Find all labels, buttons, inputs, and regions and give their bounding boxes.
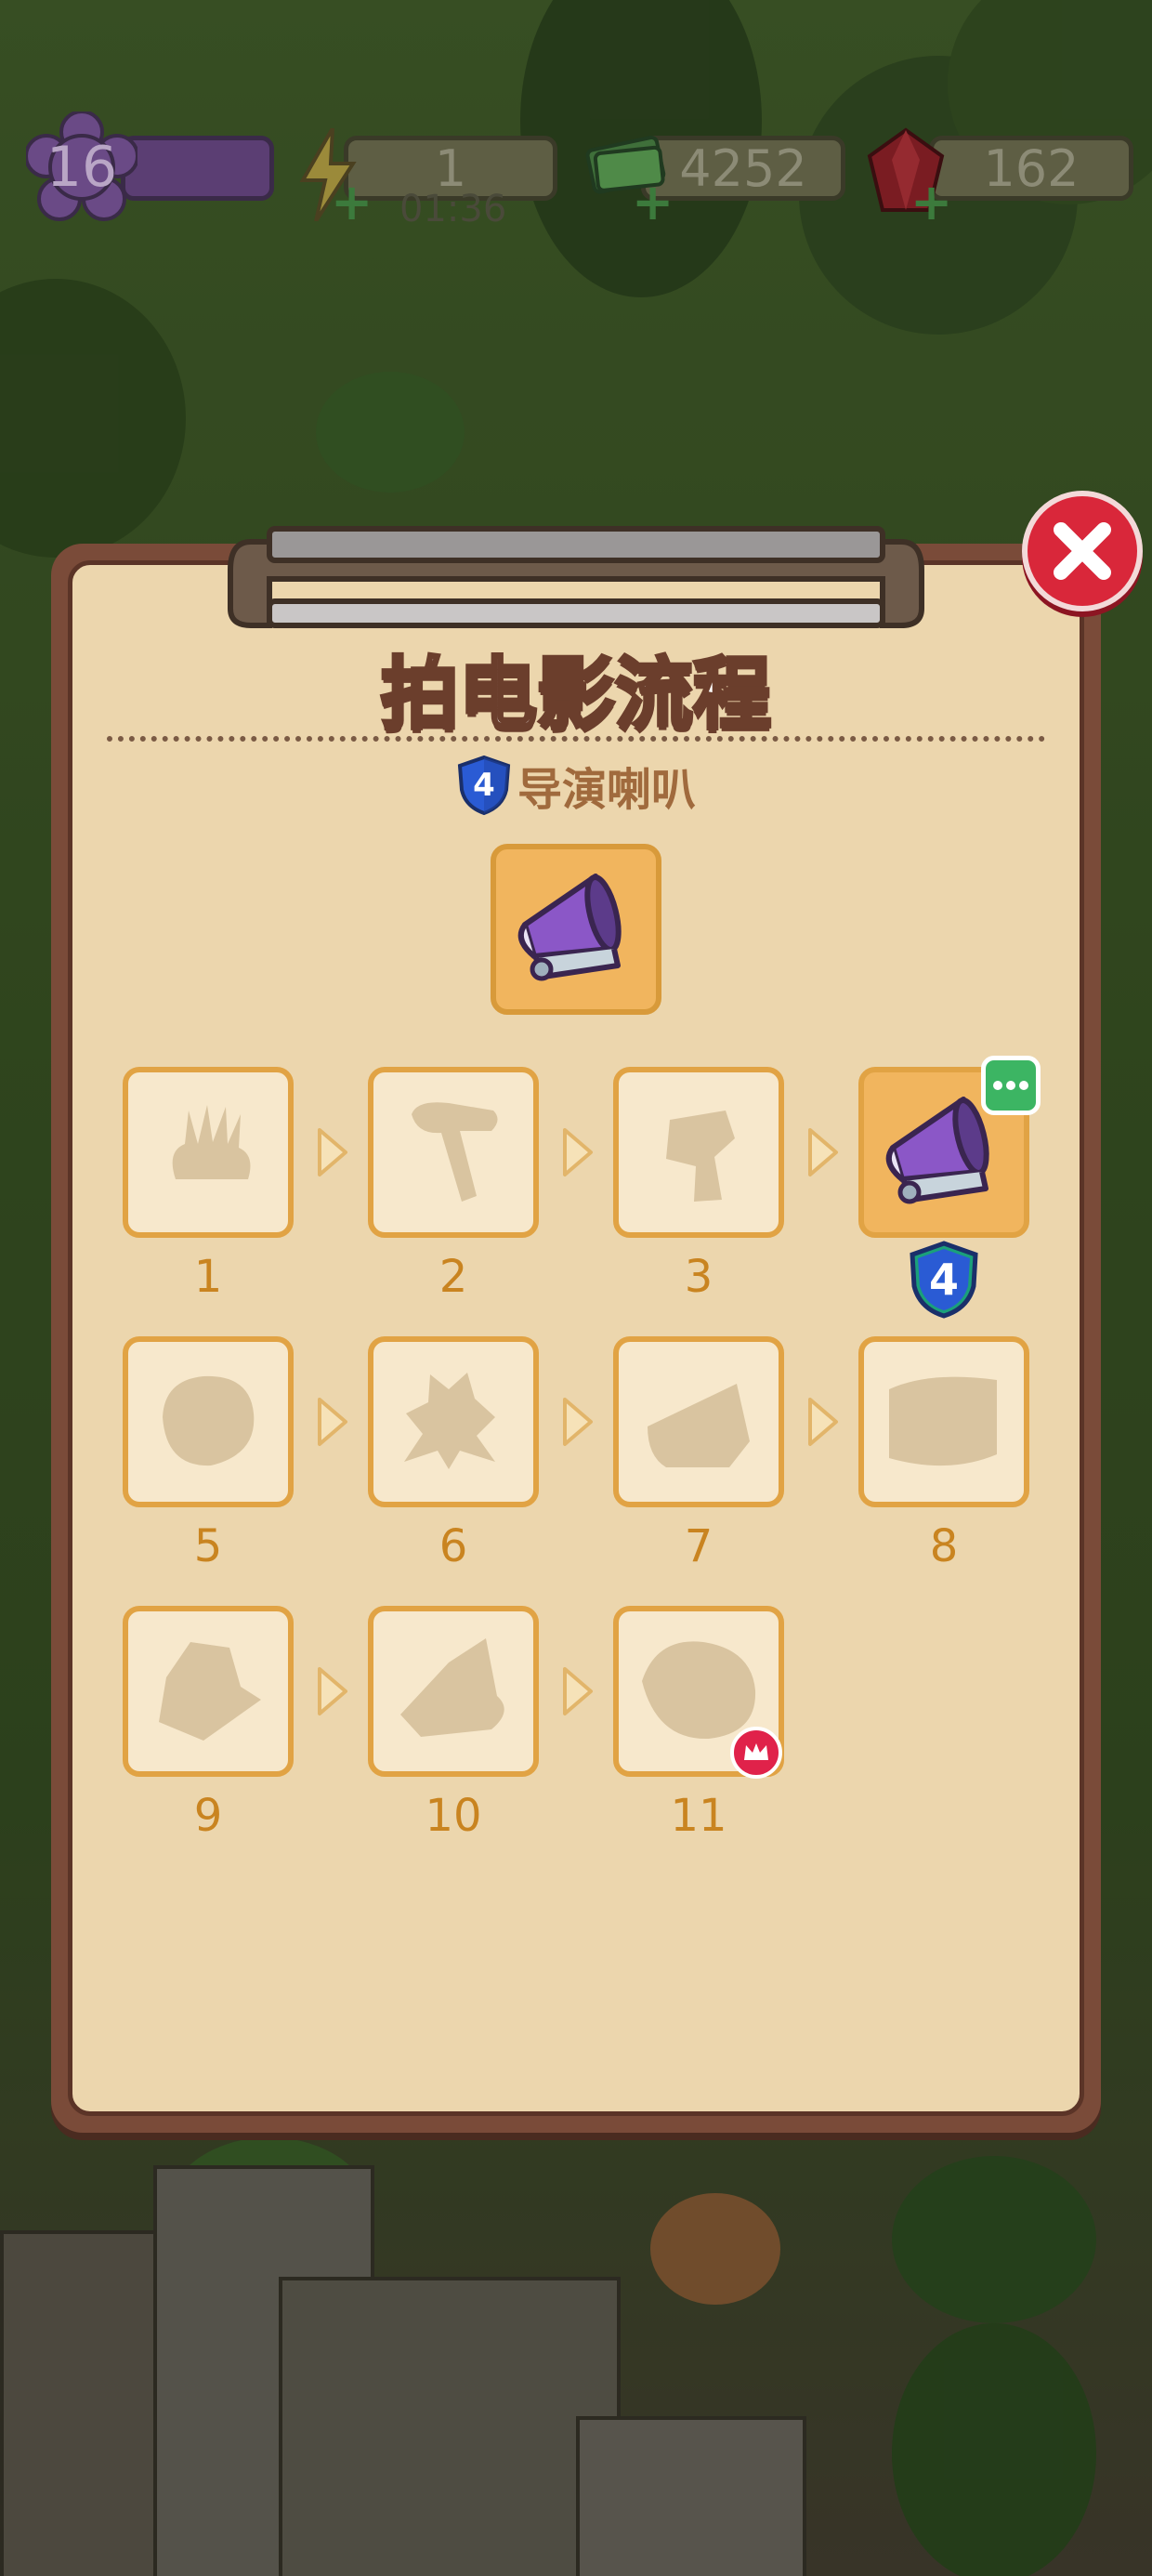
chain-slot-10[interactable] xyxy=(368,1606,539,1777)
panel-title: 拍电影流程 xyxy=(379,647,773,742)
scroll-header-decoration xyxy=(228,526,924,628)
more-info-badge-icon[interactable] xyxy=(981,1056,1041,1115)
title-divider xyxy=(107,736,1045,742)
chevron-right-icon xyxy=(559,1124,596,1180)
xp-bar xyxy=(121,136,274,201)
cash-plus-icon[interactable]: + xyxy=(632,177,674,228)
player-level: 16 xyxy=(46,135,118,200)
chain-slot-11[interactable] xyxy=(613,1606,784,1779)
chain-slot-4[interactable] xyxy=(858,1056,1041,1238)
chain-slot-label: 1 xyxy=(193,1251,223,1303)
chevron-right-icon xyxy=(314,1663,351,1719)
chain-slot-label: 3 xyxy=(684,1251,713,1303)
film-silhouette-icon xyxy=(404,1373,495,1469)
chevron-right-icon xyxy=(559,1394,596,1450)
chain-slot-label: 2 xyxy=(439,1251,468,1303)
player-level-badge[interactable]: 16 xyxy=(26,112,137,223)
item-level-value: 4 xyxy=(473,767,495,804)
gem-plus-icon[interactable]: + xyxy=(910,177,952,228)
chair-silhouette-icon xyxy=(648,1384,750,1467)
chain-slot-label: 5 xyxy=(193,1520,223,1572)
megaphone-icon xyxy=(517,874,622,981)
chain-slot-9[interactable] xyxy=(123,1606,294,1777)
chain-slot-6[interactable] xyxy=(368,1336,539,1507)
clapper-silhouette-icon xyxy=(172,1105,251,1179)
chevron-right-icon xyxy=(559,1663,596,1719)
energy-timer: 01:36 xyxy=(399,188,507,230)
hat-silhouette-icon xyxy=(159,1642,261,1741)
chain-slot-label: 7 xyxy=(684,1520,713,1572)
gem-counter[interactable]: 162 xyxy=(929,136,1133,201)
chevron-right-icon xyxy=(314,1124,351,1180)
chain-slot-3[interactable] xyxy=(613,1067,784,1238)
item-level-shield: 4 xyxy=(456,755,512,816)
gem-value: 162 xyxy=(983,138,1080,198)
chain-slot-7[interactable] xyxy=(613,1336,784,1507)
chain-slot-1[interactable] xyxy=(123,1067,294,1238)
chain-slot-label: 10 xyxy=(425,1790,482,1842)
close-icon xyxy=(1054,522,1111,580)
chain-slot-label: 9 xyxy=(193,1790,223,1842)
slot-level-value: 4 xyxy=(928,1255,959,1305)
crown-icon xyxy=(730,1727,782,1779)
screen-silhouette-icon xyxy=(889,1376,997,1466)
chain-slot-2[interactable] xyxy=(368,1067,539,1238)
chain-slot-label: 6 xyxy=(439,1520,468,1572)
featured-item-slot xyxy=(491,844,661,1015)
chevron-right-icon xyxy=(314,1394,351,1450)
cash-value: 4252 xyxy=(679,138,807,198)
slot-level-shield: 4 xyxy=(907,1240,981,1320)
item-name: 导演喇叭 xyxy=(517,764,696,816)
slate-silhouette-icon xyxy=(400,1638,504,1737)
camera-silhouette-icon xyxy=(666,1111,735,1202)
reel-silhouette-icon xyxy=(163,1375,255,1466)
item-header: 4 导演喇叭 xyxy=(0,753,1152,818)
chain-slot-label: 11 xyxy=(670,1790,727,1842)
close-button[interactable] xyxy=(1022,491,1143,611)
chain-slot-label: 8 xyxy=(929,1520,959,1572)
energy-plus-icon[interactable]: + xyxy=(331,177,373,228)
chevron-right-icon xyxy=(805,1124,842,1180)
chain-slot-5[interactable] xyxy=(123,1336,294,1507)
hammer-silhouette-icon xyxy=(412,1102,498,1202)
chain-slot-8[interactable] xyxy=(858,1336,1029,1507)
chevron-right-icon xyxy=(805,1394,842,1450)
